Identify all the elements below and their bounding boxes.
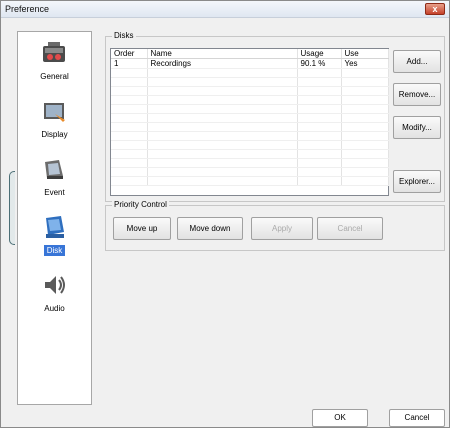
cancel-button[interactable]: Cancel [389,409,445,427]
table-header-row: Order Name Usage Use [111,49,389,59]
empty-row [111,176,389,186]
sidebar-item-event[interactable]: Event [18,150,91,206]
column-header-order[interactable]: Order [111,49,148,59]
add-button[interactable]: Add... [393,50,441,73]
sidebar-item-label: General [40,72,69,81]
empty-row [111,131,389,141]
disks-list[interactable]: Order Name Usage Use 1 Recordings 90.1 %… [110,48,389,196]
explorer-button[interactable]: Explorer... [393,170,441,193]
empty-row [111,95,389,105]
empty-row [111,86,389,96]
empty-row [111,149,389,159]
empty-row [111,77,389,87]
sidebar-item-label: Display [41,130,68,139]
sidebar-item-label: Event [44,188,65,197]
sidebar-item-audio[interactable]: Audio [18,266,91,322]
move-down-button[interactable]: Move down [177,217,243,240]
table-row[interactable]: 1 Recordings 90.1 % Yes [111,58,389,69]
window-title: Preference [5,4,50,14]
disks-group-label: Disks [112,31,136,40]
move-up-button[interactable]: Move up [113,217,171,240]
empty-row [111,158,389,168]
sidebar-item-label: Audio [44,304,65,313]
cell-usage: 90.1 % [297,58,342,69]
sidebar-edge-marker [9,171,15,245]
preference-window: Preference x General Display Event Disk … [0,0,450,428]
apply-button[interactable]: Apply [251,217,313,240]
sidebar-item-label: Disk [18,245,91,256]
sidebar-item-display[interactable]: Display [18,92,91,148]
empty-row [111,167,389,177]
remove-button[interactable]: Remove... [393,83,441,106]
close-button[interactable]: x [425,3,445,15]
column-header-name[interactable]: Name [147,49,298,59]
sidebar-item-general[interactable]: General [18,34,91,90]
sidebar-item-disk[interactable]: Disk [18,208,91,264]
empty-row [111,140,389,150]
modify-button[interactable]: Modify... [393,116,441,139]
category-sidebar: General Display Event Disk Audio [17,31,92,405]
empty-row [111,122,389,132]
event-icon [45,160,63,179]
cell-name: Recordings [147,58,298,69]
title-bar: Preference x [1,1,449,18]
disks-table: Order Name Usage Use 1 Recordings 90.1 %… [111,49,389,186]
disk-icon [46,216,64,238]
column-header-usage[interactable]: Usage [297,49,342,59]
priority-cancel-button[interactable]: Cancel [317,217,383,240]
cell-use: Yes [341,58,389,69]
empty-row [111,104,389,114]
audio-icon [45,276,65,294]
cell-order: 1 [111,58,148,69]
display-icon [44,103,65,122]
ok-button[interactable]: OK [312,409,368,427]
priority-group-label: Priority Control [112,200,169,209]
empty-row [111,68,389,78]
settings-tool-icon [43,42,65,62]
empty-row [111,113,389,123]
column-header-use[interactable]: Use [341,49,389,59]
